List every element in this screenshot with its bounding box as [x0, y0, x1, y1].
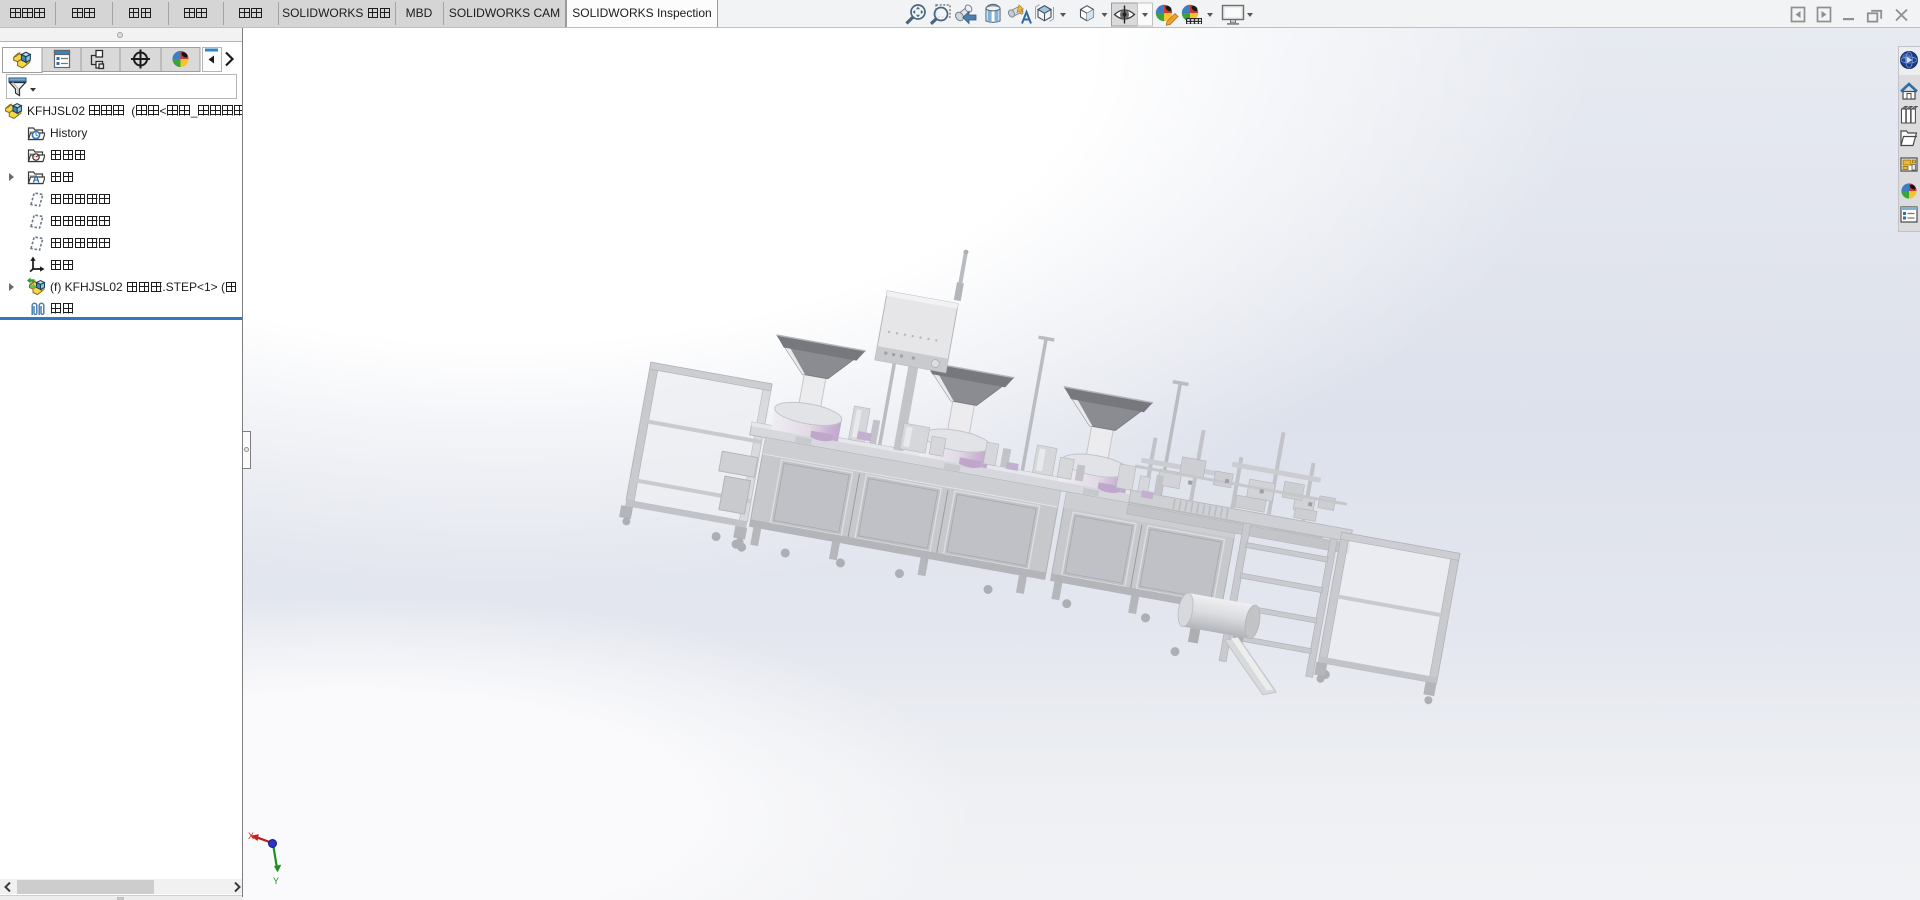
svg-text:Y: Y: [273, 876, 279, 886]
svg-text:A: A: [33, 175, 40, 186]
